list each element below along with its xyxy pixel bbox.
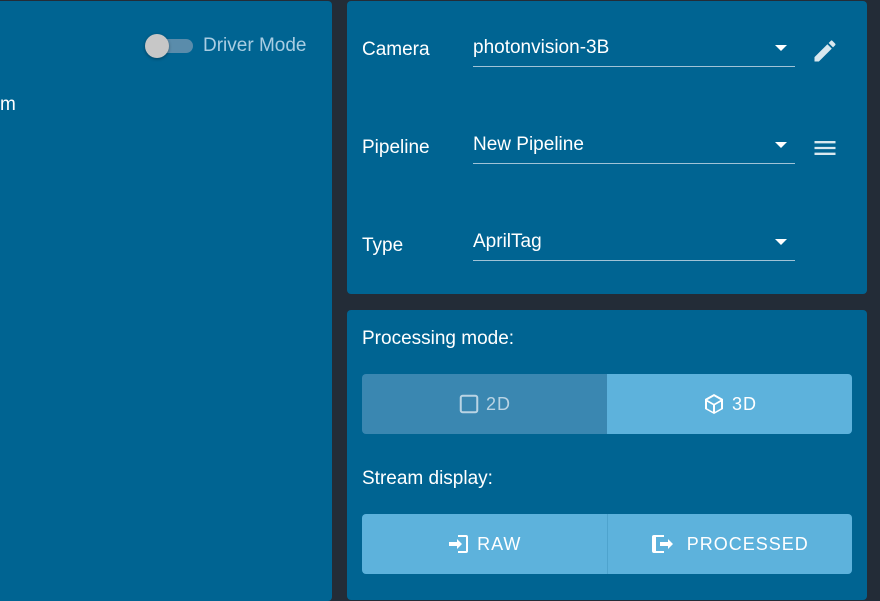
caret-down-icon [775,239,787,245]
raw-stream-button[interactable]: RAW [362,514,608,574]
type-label: Type [362,235,404,256]
driver-mode-label[interactable]: Driver Mode [203,35,306,57]
type-select-value: AprilTag [473,231,542,252]
login-icon [449,535,469,553]
caret-down-icon [775,45,787,51]
raw-label: RAW [477,533,522,554]
camera-select[interactable]: photonvision-3B [473,29,795,67]
caret-down-icon [775,142,787,148]
camera-label: Camera [362,39,430,60]
pipeline-select-value: New Pipeline [473,134,584,155]
processed-label: PROCESSED [686,533,809,554]
toggle-thumb[interactable] [145,34,169,58]
square-icon [459,394,479,414]
processed-stream-button[interactable]: PROCESSED [607,514,852,574]
stream-display-label: Stream display: [362,468,493,489]
mode-3d-button[interactable]: 3D [607,374,852,434]
menu-icon[interactable] [811,134,839,162]
stream-display-toggle-group: RAW PROCESSED [362,514,852,574]
processing-mode-card: Processing mode: 2D 3D Stream display: R… [347,310,867,600]
camera-select-value: photonvision-3B [473,37,610,58]
processing-mode-toggle-group: 2D 3D [362,374,852,434]
left-panel [0,1,332,601]
camera-pipeline-card: Camera photonvision-3B Pipeline New Pipe… [347,1,867,294]
pencil-icon[interactable] [811,37,839,65]
cube-icon [704,394,723,414]
pipeline-label: Pipeline [362,137,430,158]
mode-2d-button[interactable]: 2D [362,374,607,434]
pipeline-select[interactable]: New Pipeline [473,126,795,164]
processing-mode-label: Processing mode: [362,328,515,349]
truncated-text: m [0,94,16,115]
mode-3d-label: 3D [731,393,757,414]
type-select[interactable]: AprilTag [473,223,795,261]
logout-icon [651,535,673,553]
mode-2d-label: 2D [485,393,511,414]
